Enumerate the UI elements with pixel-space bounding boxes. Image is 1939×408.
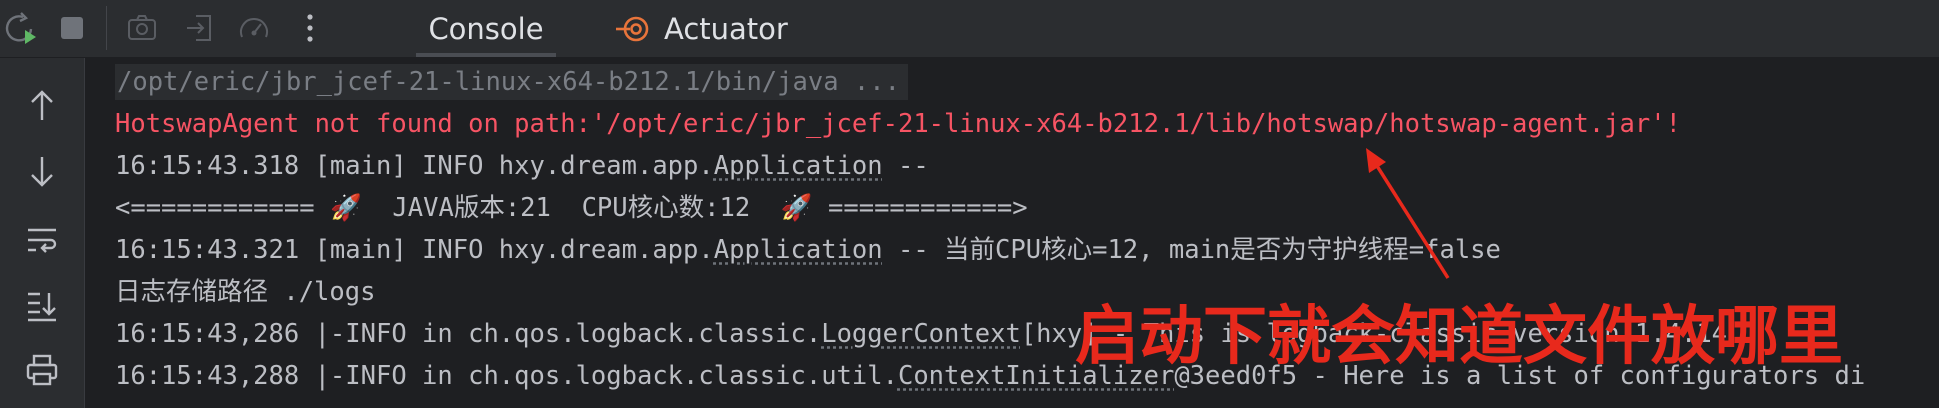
annotation-text: 启动下就会知道文件放哪里 (1075, 300, 1843, 374)
